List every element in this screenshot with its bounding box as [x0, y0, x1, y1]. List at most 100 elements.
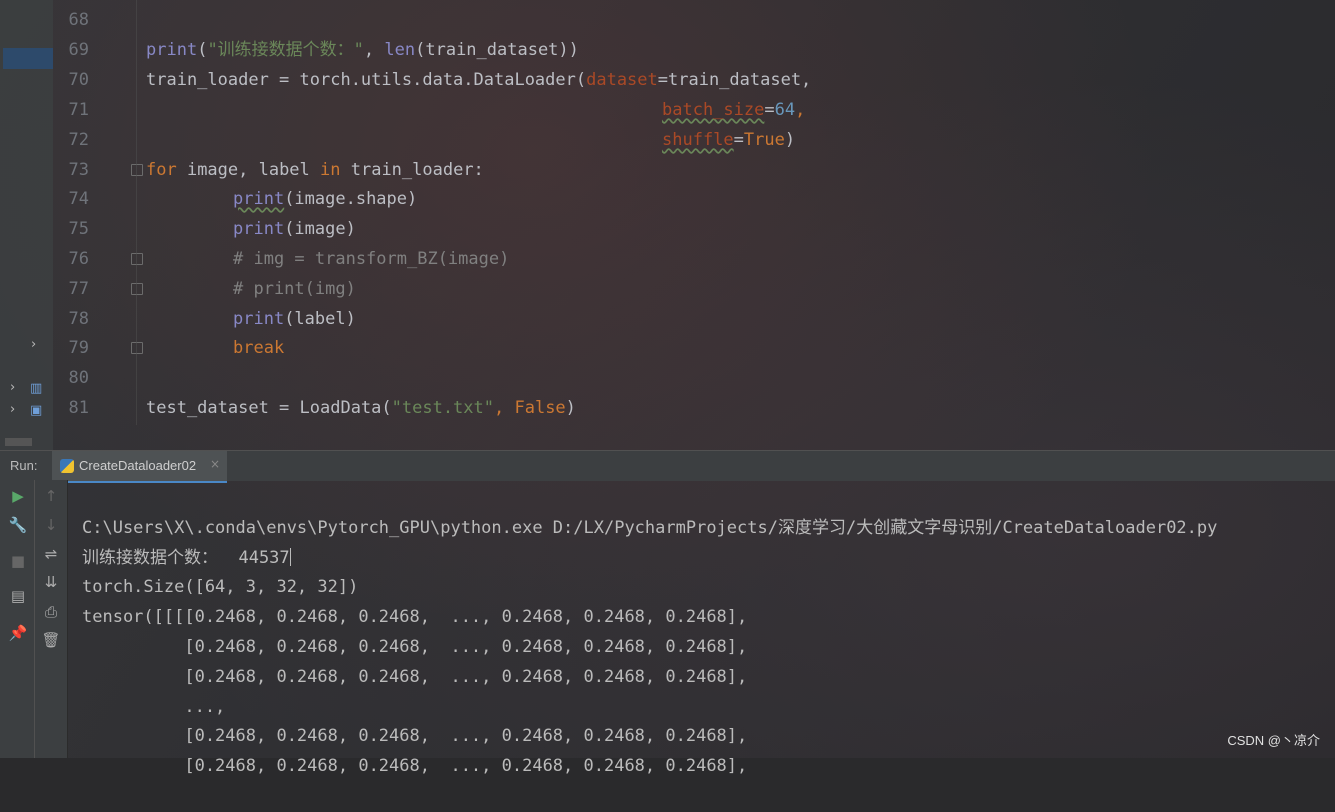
- param-shuffle: shuffle: [662, 130, 734, 150]
- param-dataset: dataset: [586, 70, 658, 90]
- stop-icon[interactable]: ■: [8, 553, 28, 569]
- code-text: (train_dataset)): [415, 40, 579, 60]
- code-line-74[interactable]: print(image.shape): [233, 189, 417, 209]
- code-text: (label): [284, 309, 356, 329]
- run-tool-header: Run: CreateDataloader02 ×: [0, 450, 1335, 483]
- soft-wrap-icon[interactable]: ⇌: [41, 546, 61, 562]
- print-call: print: [233, 219, 285, 239]
- run-tab-createdataloader02[interactable]: CreateDataloader02 ×: [52, 451, 227, 483]
- paren: (: [197, 40, 208, 60]
- watermark: CSDN @丶凉介: [1227, 733, 1320, 748]
- code-text: train_loader = torch.utils.data.DataLoad…: [146, 70, 587, 90]
- print-icon[interactable]: ⎙: [41, 604, 61, 620]
- console-output[interactable]: C:\Users\X\.conda\envs\Pytorch_GPU\pytho…: [82, 484, 1217, 812]
- code-editor[interactable]: › › ▥ › ▣ 68 69 70 71 72 73 74 75 76 77 …: [0, 0, 1335, 450]
- line-number: 73: [68, 160, 89, 180]
- layout-icon[interactable]: ▤: [8, 588, 28, 604]
- print-call: print: [146, 40, 198, 60]
- bar-chart-icon[interactable]: ▥: [30, 381, 42, 396]
- len-call: len: [384, 40, 416, 60]
- code-text: ,: [795, 100, 806, 120]
- code-line-77[interactable]: # print(img): [233, 279, 356, 299]
- bool-literal: False: [514, 398, 566, 418]
- code-text: ,: [363, 40, 385, 60]
- string-literal: "test.txt": [391, 398, 494, 418]
- close-icon[interactable]: ×: [210, 457, 220, 471]
- project-tool-strip: › › ▥ › ▣: [0, 0, 53, 450]
- code-text: (image): [284, 219, 356, 239]
- code-line-69[interactable]: print("训练接数据个数：", len(train_dataset)): [146, 40, 579, 60]
- line-number: 74: [68, 189, 89, 209]
- line-number: 81: [68, 398, 89, 418]
- code-line-72[interactable]: shuffle=True): [662, 130, 795, 150]
- chevron-right-icon[interactable]: ›: [10, 380, 15, 395]
- code-line-81[interactable]: test_dataset = LoadData("test.txt", Fals…: [146, 398, 576, 418]
- print-call: print: [233, 309, 285, 329]
- code-text: =train_dataset,: [657, 70, 812, 90]
- keyword-for: for: [146, 160, 177, 180]
- line-number-gutter: 68 69 70 71 72 73 74 75 76 77 78 79 80 8…: [53, 0, 143, 425]
- chevron-right-icon[interactable]: ›: [31, 337, 36, 352]
- code-text: =: [764, 100, 775, 120]
- code-text: =: [733, 130, 744, 150]
- wrench-icon[interactable]: 🔧: [8, 517, 28, 533]
- bool-literal: True: [743, 130, 785, 150]
- param-batch-size: batch_size: [662, 100, 765, 120]
- code-line-70[interactable]: train_loader = torch.utils.data.DataLoad…: [146, 70, 811, 90]
- line-number: 75: [68, 219, 89, 239]
- line-number: 78: [68, 309, 89, 329]
- chevron-right-icon[interactable]: ›: [10, 402, 15, 417]
- code-line-75[interactable]: print(image): [233, 219, 356, 239]
- arrow-down-icon[interactable]: ↓: [41, 517, 61, 533]
- console-line: torch.Size([64, 3, 32, 32]): [82, 577, 359, 598]
- code-text: ,: [494, 398, 515, 418]
- console-line: tensor([[[[0.2468, 0.2468, 0.2468, ..., …: [82, 607, 748, 628]
- code-text: test_dataset = LoadData(: [146, 398, 392, 418]
- fold-marker-icon[interactable]: [131, 342, 143, 354]
- gutter-divider: [136, 0, 137, 425]
- line-number: 80: [68, 368, 89, 388]
- text-caret: [289, 547, 291, 566]
- line-number: 76: [68, 249, 89, 269]
- code-line-79[interactable]: break: [233, 338, 284, 358]
- console-line: ...,: [82, 696, 226, 717]
- console-line-command: C:\Users\X\.conda\envs\Pytorch_GPU\pytho…: [82, 517, 1218, 538]
- horizontal-scrollbar[interactable]: [5, 438, 32, 446]
- number-literal: 64: [774, 100, 796, 120]
- console-line: [0.2468, 0.2468, 0.2468, ..., 0.2468, 0.…: [82, 726, 748, 747]
- play-icon[interactable]: ▶: [8, 488, 28, 504]
- line-number: 68: [68, 10, 89, 30]
- line-number: 77: [68, 279, 89, 299]
- library-icon[interactable]: ▣: [30, 403, 42, 418]
- line-number: 69: [68, 40, 89, 60]
- code-line-78[interactable]: print(label): [233, 309, 356, 329]
- line-number: 70: [68, 70, 89, 90]
- code-text: ): [784, 130, 796, 150]
- console-line: [0.2468, 0.2468, 0.2468, ..., 0.2468, 0.…: [82, 636, 748, 657]
- arrow-up-icon[interactable]: ↑: [41, 488, 61, 504]
- line-number: 72: [68, 130, 89, 150]
- fold-marker-icon[interactable]: [131, 283, 143, 295]
- code-text: image, label: [176, 160, 321, 180]
- code-line-76[interactable]: # img = transform_BZ(image): [233, 249, 509, 269]
- fold-marker-icon[interactable]: [131, 253, 143, 265]
- console-line-count-text: 训练接数据个数： 44537: [82, 547, 290, 568]
- keyword-in: in: [320, 160, 341, 180]
- code-text: ): [565, 398, 576, 418]
- python-file-icon: [60, 459, 74, 473]
- code-text: train_loader:: [340, 160, 484, 180]
- code-line-73[interactable]: for image, label in train_loader:: [146, 160, 484, 180]
- code-line-71[interactable]: batch_size=64,: [662, 100, 805, 120]
- pin-icon[interactable]: 📌: [8, 625, 28, 641]
- console-line: [0.2468, 0.2468, 0.2468, ..., 0.2468, 0.…: [82, 756, 748, 777]
- run-label: Run:: [10, 458, 38, 473]
- trash-icon[interactable]: 🗑: [41, 632, 61, 648]
- selected-line-marker: [3, 48, 53, 69]
- print-call: print: [233, 189, 285, 209]
- console-line: [0.2468, 0.2468, 0.2468, ..., 0.2468, 0.…: [82, 666, 748, 687]
- run-tab-label: CreateDataloader02: [79, 458, 197, 473]
- console-line-count: 训练接数据个数： 44537: [82, 544, 1217, 574]
- fold-marker-icon[interactable]: [131, 164, 143, 176]
- run-toolbar-secondary: ↑ ↓ ⇌ ⇊ ⎙ 🗑: [35, 480, 68, 758]
- scroll-to-end-icon[interactable]: ⇊: [41, 574, 61, 590]
